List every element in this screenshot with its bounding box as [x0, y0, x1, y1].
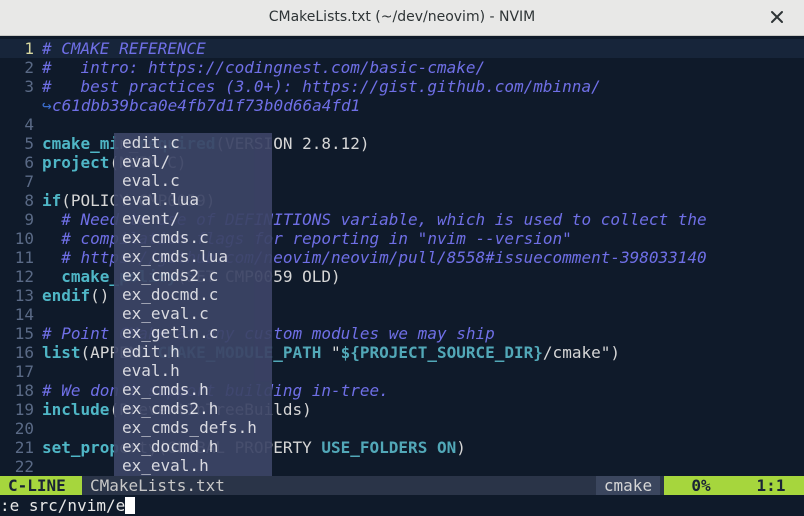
mode-indicator: C-LINE — [0, 476, 82, 495]
code-token: /cmake") — [542, 343, 620, 362]
code-token: " — [321, 343, 341, 362]
code-token: c61dbb39bca0e4fb7d1f73b0d66a4fd1 — [52, 96, 361, 115]
line-number: 21 — [14, 438, 34, 457]
code-token: endif — [42, 286, 91, 305]
editor-line[interactable]: ↪ c61dbb39bca0e4fb7d1f73b0d66a4fd1 — [0, 96, 804, 115]
line-number: 20 — [14, 419, 34, 438]
code-token: cmake_mi — [42, 134, 120, 153]
title-bar: CMakeLists.txt (~/dev/neovim) - NVIM — [0, 0, 804, 36]
completion-item[interactable]: ex_getln.c — [114, 323, 272, 342]
code-token: () — [90, 286, 110, 305]
line-number: 22 — [14, 457, 34, 476]
code-token: if — [42, 191, 62, 210]
line-number: 3 — [24, 77, 34, 96]
completion-item[interactable]: ex_eval.h — [114, 456, 272, 475]
line-number: 10 — [14, 229, 34, 248]
line-number: 7 — [24, 172, 34, 191]
status-filetype: cmake — [596, 476, 660, 495]
completion-menu[interactable]: edit.c eval/eval.c eval.lua event/ex_cmds.c… — [114, 133, 272, 494]
code-token: include — [42, 400, 110, 419]
code-token: USE_FOLDERS ON — [321, 438, 457, 457]
line-number: 11 — [14, 248, 34, 267]
completion-item[interactable]: ex_eval.c — [114, 304, 272, 323]
completion-item[interactable]: ex_cmds2.h — [114, 399, 272, 418]
wrap-marker: ↪ — [42, 96, 52, 115]
code-token: project — [42, 153, 110, 172]
status-filename: CMakeLists.txt — [90, 476, 225, 495]
status-line: C-LINE CMakeLists.txt cmake 0% 1:1 — [0, 476, 804, 495]
line-number: 13 — [14, 286, 34, 305]
line-code: c61dbb39bca0e4fb7d1f73b0d66a4fd1 — [52, 96, 360, 115]
nvim-window: CMakeLists.txt (~/dev/neovim) - NVIM 1 # … — [0, 0, 804, 516]
line-number: 18 — [14, 381, 34, 400]
close-icon[interactable] — [768, 8, 786, 26]
line-code: # best practices (3.0+): https://gist.gi… — [42, 77, 601, 96]
editor-line[interactable]: 2 # intro: https://codingnest.com/basic-c… — [0, 58, 804, 77]
code-token: list — [42, 343, 81, 362]
code-token: set_prop — [42, 438, 120, 457]
status-position: 1:1 — [738, 476, 804, 495]
line-number: 12 — [14, 267, 34, 286]
line-number: 14 — [14, 305, 34, 324]
completion-item[interactable]: ex_cmds2.c — [114, 266, 272, 285]
completion-item[interactable]: ex_docmd.h — [114, 437, 272, 456]
completion-item[interactable]: ex_cmds.c — [114, 228, 272, 247]
completion-item[interactable]: edit.h — [114, 342, 272, 361]
command-line[interactable]: :e src/nvim/e — [0, 495, 804, 516]
completion-item[interactable]: event/ — [114, 209, 272, 228]
line-number: 8 — [24, 191, 34, 210]
editor-line[interactable]: 4 — [0, 115, 804, 134]
completion-item[interactable]: ex_docmd.c — [114, 285, 272, 304]
command-text: :e src/nvim/e — [0, 496, 126, 515]
line-number: 1 — [24, 39, 34, 58]
line-number: 19 — [14, 400, 34, 419]
completion-item[interactable]: eval.c — [114, 171, 272, 190]
code-token: ${PROJECT_SOURCE_DIR} — [340, 343, 543, 362]
line-code: # CMAKE REFERENCE — [42, 39, 206, 58]
completion-item[interactable]: edit.c — [114, 133, 272, 152]
code-token: ) — [456, 438, 466, 457]
status-percent: 0% — [664, 476, 738, 495]
code-token: # intro: https://codingnest.com/basic-cm… — [42, 58, 486, 77]
completion-item[interactable]: eval.lua — [114, 190, 272, 209]
line-number: 15 — [14, 324, 34, 343]
completion-item[interactable]: eval/ — [114, 152, 272, 171]
line-code: endif() — [42, 286, 109, 305]
completion-item[interactable]: ex_cmds.lua — [114, 247, 272, 266]
line-number: 9 — [24, 210, 34, 229]
editor-line[interactable]: 1 # CMAKE REFERENCE — [0, 39, 804, 58]
completion-item[interactable]: ex_cmds.h — [114, 380, 272, 399]
line-number: 6 — [24, 153, 34, 172]
line-number: 5 — [24, 134, 34, 153]
line-number: 4 — [24, 115, 34, 134]
cursor — [125, 497, 136, 514]
line-code: # intro: https://codingnest.com/basic-cm… — [42, 58, 485, 77]
editor-line[interactable]: 3 # best practices (3.0+): https://gist.g… — [0, 77, 804, 96]
window-title: CMakeLists.txt (~/dev/neovim) - NVIM — [268, 9, 536, 25]
completion-item[interactable]: eval.h — [114, 361, 272, 380]
line-number: 2 — [24, 58, 34, 77]
code-token: # best practices (3.0+): https://gist.gi… — [42, 77, 601, 96]
line-number: 16 — [14, 343, 34, 362]
code-token: # CMAKE REFERENCE — [42, 39, 206, 58]
line-number: 17 — [14, 362, 34, 381]
completion-item[interactable]: ex_cmds_defs.h — [114, 418, 272, 437]
